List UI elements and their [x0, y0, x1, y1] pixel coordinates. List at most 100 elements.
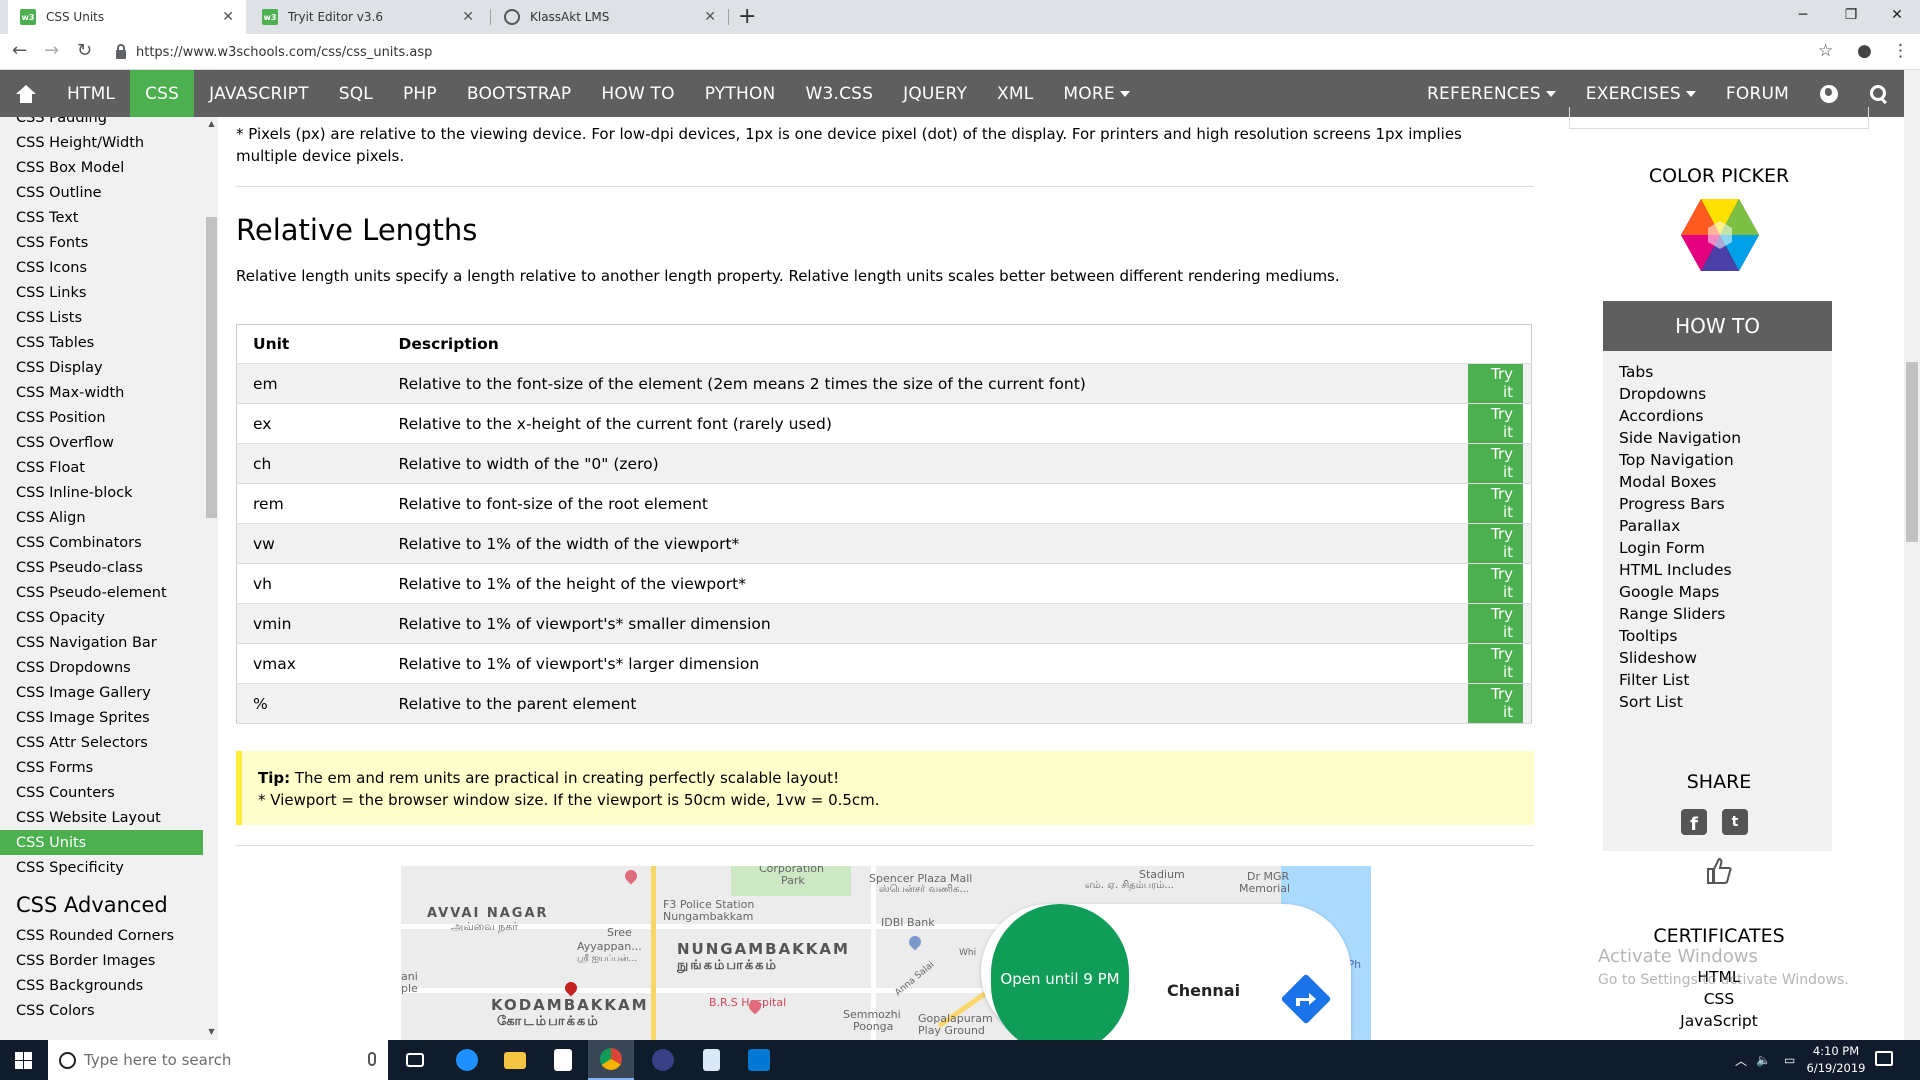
howto-link-progress-bars[interactable]: Progress Bars [1603, 495, 1832, 517]
sidebar-item-css-display[interactable]: CSS Display [0, 355, 203, 380]
sidebar-item-css-rounded-corners[interactable]: CSS Rounded Corners [0, 923, 203, 948]
notification-icon[interactable] [1875, 1051, 1893, 1066]
howto-link-tooltips[interactable]: Tooltips [1603, 627, 1832, 649]
try-it-button[interactable]: Try it [1467, 524, 1523, 563]
certificate-javascript[interactable]: JavaScript [1534, 1012, 1904, 1030]
network-icon[interactable]: ▭ [1784, 1040, 1795, 1080]
color-picker-icon[interactable] [1681, 199, 1759, 271]
howto-link-dropdowns[interactable]: Dropdowns [1603, 385, 1832, 407]
map-open-hours[interactable]: Open until 9 PM [991, 904, 1129, 1040]
nav-bootstrap[interactable]: BOOTSTRAP [452, 70, 587, 117]
howto-link-sort-list[interactable]: Sort List [1603, 693, 1832, 715]
twitter-icon[interactable]: t [1722, 809, 1748, 835]
directions-icon[interactable] [1281, 974, 1331, 1024]
try-it-button[interactable]: Try it [1467, 444, 1523, 483]
minimize-button[interactable]: ─ [1780, 0, 1826, 30]
nav-references[interactable]: REFERENCES [1412, 70, 1571, 117]
nav-more[interactable]: MORE [1048, 70, 1144, 117]
howto-link-top-navigation[interactable]: Top Navigation [1603, 451, 1832, 473]
howto-link-google-maps[interactable]: Google Maps [1603, 583, 1832, 605]
sidebar-scrollbar-thumb[interactable] [206, 217, 217, 518]
sidebar-item-css-image-sprites[interactable]: CSS Image Sprites [0, 705, 203, 730]
sidebar-item-css-icons[interactable]: CSS Icons [0, 255, 203, 280]
nav-jquery[interactable]: JQUERY [888, 70, 982, 117]
page-scrollbar[interactable] [1904, 70, 1920, 1040]
close-window-button[interactable]: ✕ [1874, 0, 1920, 30]
nav-sql[interactable]: SQL [324, 70, 388, 117]
map-pin-icon[interactable] [622, 867, 640, 885]
try-it-button[interactable]: Try it [1467, 604, 1523, 643]
sidebar-item-css-align[interactable]: CSS Align [0, 505, 203, 530]
try-it-button[interactable]: Try it [1467, 484, 1523, 523]
sidebar-item-css-box-model[interactable]: CSS Box Model [0, 155, 203, 180]
tray-chevron-icon[interactable]: ︿ [1735, 1040, 1747, 1080]
taskbar-edge[interactable] [444, 1040, 490, 1080]
sidebar-item-css-lists[interactable]: CSS Lists [0, 305, 203, 330]
taskbar-file-explorer[interactable] [492, 1040, 538, 1080]
sidebar-item-css-height-width[interactable]: CSS Height/Width [0, 130, 203, 155]
howto-link-slideshow[interactable]: Slideshow [1603, 649, 1832, 671]
sidebar-item-css-fonts[interactable]: CSS Fonts [0, 230, 203, 255]
howto-link-tabs[interactable]: Tabs [1603, 363, 1832, 385]
sidebar-item-css-units[interactable]: CSS Units [0, 830, 203, 855]
howto-link-html-includes[interactable]: HTML Includes [1603, 561, 1832, 583]
map-pin-icon[interactable] [562, 979, 580, 997]
certificate-css[interactable]: CSS [1534, 990, 1904, 1008]
sidebar-item-css-forms[interactable]: CSS Forms [0, 755, 203, 780]
sidebar-item-css-tables[interactable]: CSS Tables [0, 330, 203, 355]
howto-link-filter-list[interactable]: Filter List [1603, 671, 1832, 693]
try-it-button[interactable]: Try it [1467, 404, 1523, 443]
speaker-icon[interactable]: 🔈 [1756, 1040, 1771, 1080]
sidebar-item-css-max-width[interactable]: CSS Max-width [0, 380, 203, 405]
forward-icon[interactable]: → [44, 40, 59, 61]
nav-w3css[interactable]: W3.CSS [790, 70, 888, 117]
tab-css-units[interactable]: w3 CSS Units ✕ [8, 0, 246, 34]
nav-xml[interactable]: XML [982, 70, 1048, 117]
sidebar-item-css-overflow[interactable]: CSS Overflow [0, 430, 203, 455]
try-it-button[interactable]: Try it [1467, 684, 1523, 723]
sidebar-item-css-inline-block[interactable]: CSS Inline-block [0, 480, 203, 505]
howto-link-side-navigation[interactable]: Side Navigation [1603, 429, 1832, 451]
bookmark-star-icon[interactable]: ☆ [1818, 41, 1833, 61]
tab-tryit-editor[interactable]: w3 Tryit Editor v3.6 ✕ [250, 0, 486, 34]
sidebar-item-css-pseudo-class[interactable]: CSS Pseudo-class [0, 555, 203, 580]
sidebar-item-css-combinators[interactable]: CSS Combinators [0, 530, 203, 555]
sidebar-item-css-padding[interactable]: CSS Padding [0, 117, 203, 130]
new-tab-button[interactable]: + [738, 4, 756, 29]
sidebar-item-css-dropdowns[interactable]: CSS Dropdowns [0, 655, 203, 680]
maximize-button[interactable]: ❐ [1828, 0, 1874, 30]
taskbar-clock[interactable]: 4:10 PM 6/19/2019 [1800, 1043, 1872, 1077]
url-field[interactable]: https://www.w3schools.com/css/css_units.… [106, 39, 1836, 65]
tab-klassakt-lms[interactable]: KlassAkt LMS ✕ [492, 0, 728, 34]
facebook-icon[interactable]: f [1681, 809, 1707, 835]
menu-dots-icon[interactable]: ⋮ [1892, 41, 1909, 61]
nav-how-to[interactable]: HOW TO [586, 70, 689, 117]
sidebar-item-css-image-gallery[interactable]: CSS Image Gallery [0, 680, 203, 705]
home-button[interactable] [0, 70, 52, 117]
nav-python[interactable]: PYTHON [690, 70, 791, 117]
close-icon[interactable]: ✕ [704, 9, 716, 25]
taskbar-store[interactable] [540, 1040, 586, 1080]
nav-css[interactable]: CSS [130, 70, 195, 117]
try-it-button[interactable]: Try it [1467, 364, 1523, 403]
taskbar-eclipse[interactable] [640, 1040, 686, 1080]
sidebar-item-css-text[interactable]: CSS Text [0, 205, 203, 230]
nav-php[interactable]: PHP [388, 70, 452, 117]
microphone-icon[interactable] [368, 1052, 376, 1066]
scroll-up-icon[interactable]: ▲ [206, 119, 217, 128]
sidebar-item-css-backgrounds[interactable]: CSS Backgrounds [0, 973, 203, 998]
sidebar-item-css-opacity[interactable]: CSS Opacity [0, 605, 203, 630]
howto-link-range-sliders[interactable]: Range Sliders [1603, 605, 1832, 627]
scroll-down-icon[interactable]: ▼ [206, 1027, 217, 1036]
taskbar-vscode[interactable] [736, 1040, 782, 1080]
sidebar-item-css-website-layout[interactable]: CSS Website Layout [0, 805, 203, 830]
reload-icon[interactable]: ↻ [77, 40, 92, 61]
sidebar-item-css-navigation-bar[interactable]: CSS Navigation Bar [0, 630, 203, 655]
howto-link-parallax[interactable]: Parallax [1603, 517, 1832, 539]
taskbar-search-box[interactable]: Type here to search [48, 1040, 388, 1080]
nav-javascript[interactable]: JAVASCRIPT [194, 70, 324, 117]
sidebar-item-css-counters[interactable]: CSS Counters [0, 780, 203, 805]
close-icon[interactable]: ✕ [462, 9, 474, 25]
try-it-button[interactable]: Try it [1467, 564, 1523, 603]
sidebar-item-css-attr-selectors[interactable]: CSS Attr Selectors [0, 730, 203, 755]
